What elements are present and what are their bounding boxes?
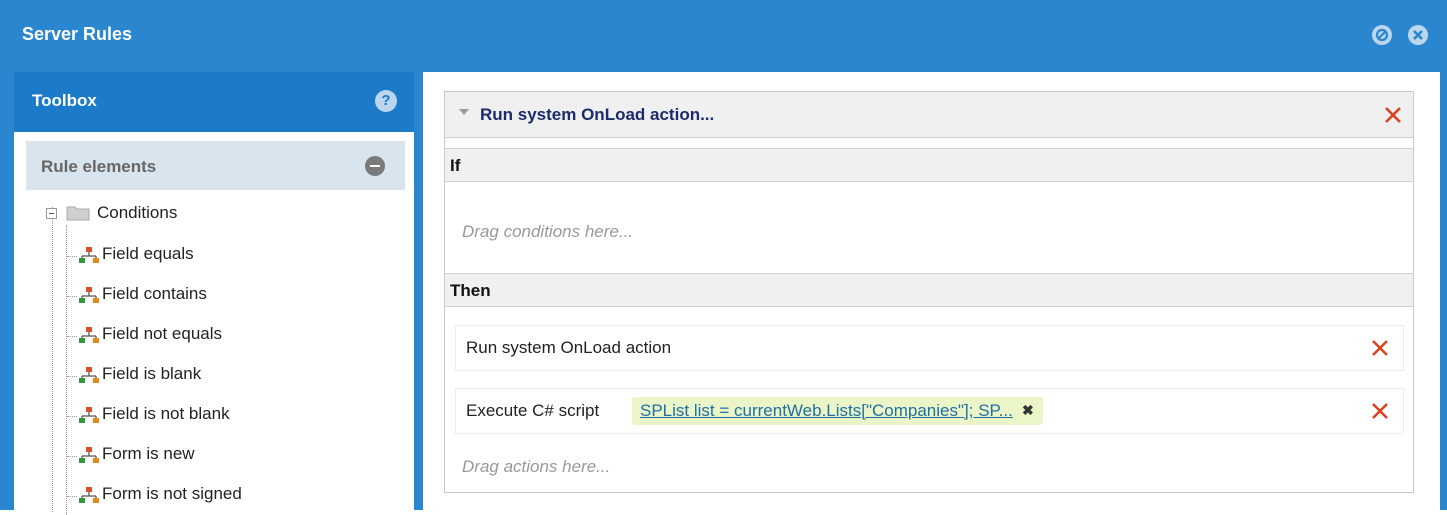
tree-item-condition[interactable]: Form is new <box>102 444 195 470</box>
rule-header[interactable]: Run system OnLoad action... <box>445 92 1413 138</box>
if-label: If <box>450 156 461 175</box>
tree-collapse-toggle[interactable] <box>46 208 57 219</box>
condition-icon <box>79 287 99 303</box>
condition-icon <box>79 447 99 463</box>
tree-item-condition[interactable]: Field contains <box>102 284 207 310</box>
delete-action-icon[interactable] <box>1370 401 1390 421</box>
rule-elements-header[interactable]: Rule elements <box>26 141 405 190</box>
remove-script-icon[interactable]: ✖ <box>1021 403 1035 417</box>
script-token[interactable]: SPList list = currentWeb.Lists["Companie… <box>632 397 1043 425</box>
action-row[interactable]: Execute C# script SPList list = currentW… <box>455 388 1404 434</box>
tree-item-condition[interactable]: Field not equals <box>102 324 222 350</box>
collapse-icon[interactable] <box>365 156 385 176</box>
toolbox-panel: Toolbox ? Rule elements Conditions Field… <box>14 72 414 515</box>
tree-guide-line <box>52 207 53 512</box>
delete-action-icon[interactable] <box>1370 338 1390 358</box>
tree-connector <box>67 496 77 497</box>
close-icon[interactable] <box>1408 25 1428 45</box>
tree-item-condition[interactable]: Form is not signed <box>102 484 242 510</box>
action-row[interactable]: Run system OnLoad action <box>455 325 1404 371</box>
rule-editor: Run system OnLoad action... If Drag cond… <box>423 72 1440 510</box>
tree-item-condition[interactable]: Field is not blank <box>102 404 230 430</box>
actions-drop-zone[interactable]: Drag actions here... <box>462 457 610 477</box>
tree-connector <box>67 256 77 257</box>
delete-rule-icon[interactable] <box>1383 105 1403 125</box>
server-rules-window: Server Rules Toolbox ? Rule elements Con… <box>0 0 1447 515</box>
condition-icon <box>79 247 99 263</box>
rule-elements-title: Rule elements <box>41 157 157 176</box>
tree-connector <box>67 456 77 457</box>
window-title: Server Rules <box>22 24 133 44</box>
tree-connector <box>67 336 77 337</box>
action-label: Execute C# script <box>466 401 600 420</box>
tree-connector <box>67 416 77 417</box>
tree-guide-line <box>66 225 67 515</box>
then-section-header: Then <box>445 273 1413 307</box>
rule-elements-tree: Conditions Field equals Field contains Fie… <box>26 195 406 515</box>
folder-icon <box>66 206 90 221</box>
toolbox-header: Toolbox ? <box>14 72 414 132</box>
tree-folder-conditions[interactable]: Conditions <box>97 203 177 229</box>
rule-card: Run system OnLoad action... If Drag cond… <box>444 91 1414 493</box>
pin-icon[interactable] <box>1372 25 1392 45</box>
if-section-header: If <box>445 148 1413 182</box>
condition-icon <box>79 407 99 423</box>
action-label: Run system OnLoad action <box>466 338 672 357</box>
tree-connector <box>67 296 77 297</box>
script-link[interactable]: SPList list = currentWeb.Lists["Companie… <box>640 401 1013 420</box>
tree-connector <box>67 376 77 377</box>
chevron-down-icon[interactable] <box>459 109 469 115</box>
then-label: Then <box>450 281 491 300</box>
title-bar: Server Rules <box>0 0 1447 72</box>
condition-icon <box>79 487 99 503</box>
help-icon[interactable]: ? <box>375 90 397 112</box>
condition-icon <box>79 327 99 343</box>
tree-item-condition[interactable]: Field is blank <box>102 364 201 390</box>
toolbox-title: Toolbox <box>32 91 97 110</box>
condition-icon <box>79 367 99 383</box>
tree-item-condition[interactable]: Field equals <box>102 244 194 270</box>
conditions-drop-zone[interactable]: Drag conditions here... <box>462 222 633 242</box>
rule-title[interactable]: Run system OnLoad action... <box>480 105 714 125</box>
